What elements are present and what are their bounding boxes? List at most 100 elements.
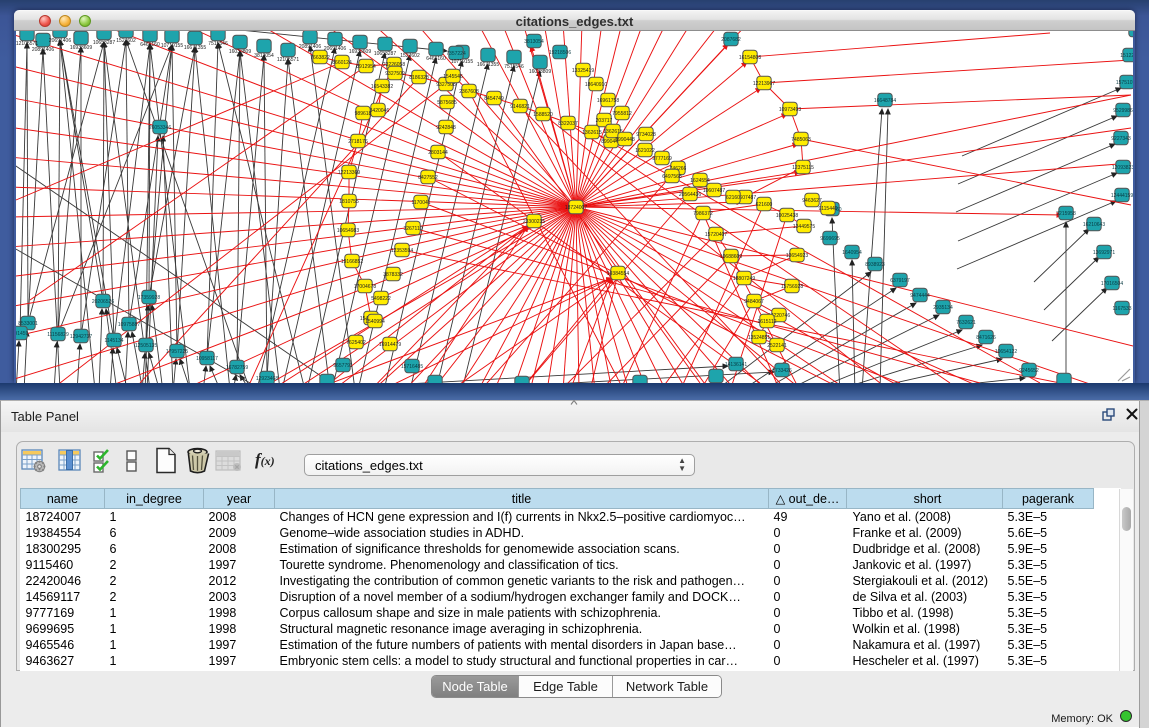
svg-text:13524851: 13524851 (748, 335, 770, 341)
svg-text:18640910: 18640910 (585, 82, 607, 88)
svg-text:11156829: 11156829 (47, 332, 69, 338)
svg-text:3215958: 3215958 (1056, 211, 1076, 217)
svg-text:9242848: 9242848 (436, 125, 456, 131)
svg-text:17004678: 17004678 (354, 284, 376, 290)
svg-text:19384554: 19384554 (607, 271, 629, 277)
svg-text:8912954: 8912954 (356, 64, 376, 70)
svg-text:8660124: 8660124 (332, 60, 352, 66)
svg-text:8427552: 8427552 (418, 175, 438, 181)
svg-text:12213369: 12213369 (338, 170, 360, 176)
svg-text:1621022: 1621022 (635, 148, 655, 154)
svg-text:12375115: 12375115 (792, 165, 814, 171)
svg-text:16154808: 16154808 (739, 55, 761, 61)
svg-text:20891406: 20891406 (32, 47, 54, 53)
svg-text:9484067: 9484067 (744, 299, 764, 305)
svg-text:19166852: 19166852 (341, 259, 363, 265)
svg-text:7625402: 7625402 (346, 340, 366, 346)
svg-text:16914479: 16914479 (379, 342, 401, 348)
svg-text:23300235: 23300235 (523, 219, 545, 225)
svg-text:5498222: 5498222 (371, 296, 391, 302)
svg-text:6497568: 6497568 (662, 174, 682, 180)
svg-text:12444159: 12444159 (1111, 193, 1133, 199)
svg-text:3267110: 3267110 (403, 226, 422, 232)
svg-text:2718176: 2718176 (348, 139, 368, 145)
svg-text:12505135: 12505135 (135, 343, 157, 349)
svg-text:203717: 203717 (596, 118, 613, 124)
svg-text:16933609: 16933609 (349, 49, 371, 55)
svg-text:6379197: 6379197 (890, 278, 910, 284)
svg-text:16933609: 16933609 (70, 45, 92, 51)
svg-text:621600: 621600 (756, 202, 773, 208)
svg-text:8454749: 8454749 (484, 96, 504, 102)
svg-text:8990448: 8990448 (615, 137, 635, 143)
svg-text:1545546: 1545546 (443, 74, 463, 80)
svg-text:10719155: 10719155 (161, 43, 183, 49)
svg-text:10607487: 10607487 (703, 188, 725, 194)
svg-text:2935134: 2935134 (933, 305, 953, 311)
svg-text:9777169: 9777169 (652, 156, 672, 162)
svg-text:62160: 62160 (726, 195, 740, 201)
svg-text:15716485: 15716485 (401, 364, 423, 370)
svg-text:13325419: 13325419 (572, 68, 594, 74)
svg-text:14136141: 14136141 (725, 362, 747, 368)
svg-text:7663822: 7663822 (310, 55, 330, 61)
svg-text:9734028: 9734028 (636, 132, 656, 138)
svg-text:10719155: 10719155 (451, 59, 473, 65)
svg-text:3878332: 3878332 (383, 272, 403, 278)
svg-text:18807249: 18807249 (733, 276, 755, 282)
svg-text:12213967: 12213967 (753, 81, 775, 87)
svg-text:1640954: 1640954 (842, 250, 862, 256)
svg-text:1624554: 1624554 (690, 178, 710, 184)
svg-text:1362615: 1362615 (582, 130, 602, 136)
svg-text:1167533: 1167533 (1112, 306, 1131, 312)
svg-text:9245652: 9245652 (1019, 368, 1039, 374)
svg-text:8938923: 8938923 (865, 262, 885, 268)
svg-text:15720407: 15720407 (705, 232, 727, 238)
svg-text:5875685: 5875685 (437, 100, 457, 106)
svg-text:13692971: 13692971 (1093, 250, 1115, 256)
svg-text:15751074: 15751074 (1116, 80, 1133, 86)
svg-text:13449575: 13449575 (793, 224, 815, 230)
svg-text:1527602: 1527602 (400, 53, 420, 59)
svg-text:10653287: 10653287 (374, 51, 396, 57)
svg-text:20564436: 20564436 (679, 192, 701, 198)
svg-text:3813054: 3813054 (254, 53, 274, 59)
svg-text:10654983: 10654983 (337, 228, 359, 234)
svg-text:12093823: 12093823 (1112, 165, 1133, 171)
svg-text:991459: 991459 (16, 331, 29, 337)
svg-text:13654923: 13654923 (786, 253, 808, 259)
svg-text:16033809: 16033809 (229, 49, 251, 55)
svg-text:9463627: 9463627 (802, 198, 822, 204)
svg-text:2367608: 2367608 (459, 89, 479, 95)
svg-text:26053346: 26053346 (149, 125, 171, 131)
svg-text:2522141: 2522141 (767, 343, 787, 349)
svg-text:16210643: 16210643 (1083, 222, 1105, 228)
svg-text:7955812: 7955812 (612, 111, 632, 117)
svg-text:15756928: 15756928 (781, 284, 803, 290)
svg-text:8186328: 8186328 (409, 75, 429, 81)
svg-text:6466160: 6466160 (140, 42, 160, 48)
svg-text:2087682: 2087682 (721, 37, 741, 43)
svg-text:12923468: 12923468 (256, 376, 278, 382)
svg-text:9146821: 9146821 (510, 104, 530, 110)
svg-text:16033809: 16033809 (529, 69, 551, 75)
svg-text:16671355: 16671355 (184, 45, 206, 51)
svg-text:9657791: 9657791 (333, 363, 353, 369)
svg-text:8322037: 8322037 (558, 121, 578, 127)
svg-text:7515546: 7515546 (504, 64, 524, 70)
svg-text:17957225: 17957225 (166, 349, 188, 355)
svg-text:7515546: 7515546 (208, 41, 228, 47)
svg-text:9699695: 9699695 (820, 236, 840, 242)
svg-text:1810755: 1810755 (339, 199, 359, 205)
svg-text:7632621: 7632621 (956, 320, 976, 326)
svg-text:10973493: 10973493 (779, 107, 801, 113)
svg-text:20691406: 20691406 (49, 38, 71, 44)
svg-text:7485063: 7485063 (791, 137, 811, 143)
svg-text:12105571: 12105571 (277, 57, 299, 63)
svg-text:6466160: 6466160 (426, 56, 446, 62)
svg-text:19218506: 19218506 (549, 50, 571, 56)
svg-text:1588520: 1588520 (533, 112, 553, 118)
svg-text:16782759: 16782759 (226, 365, 248, 371)
svg-text:10958117: 10958117 (196, 356, 218, 362)
svg-text:18724007: 18724007 (565, 205, 587, 211)
